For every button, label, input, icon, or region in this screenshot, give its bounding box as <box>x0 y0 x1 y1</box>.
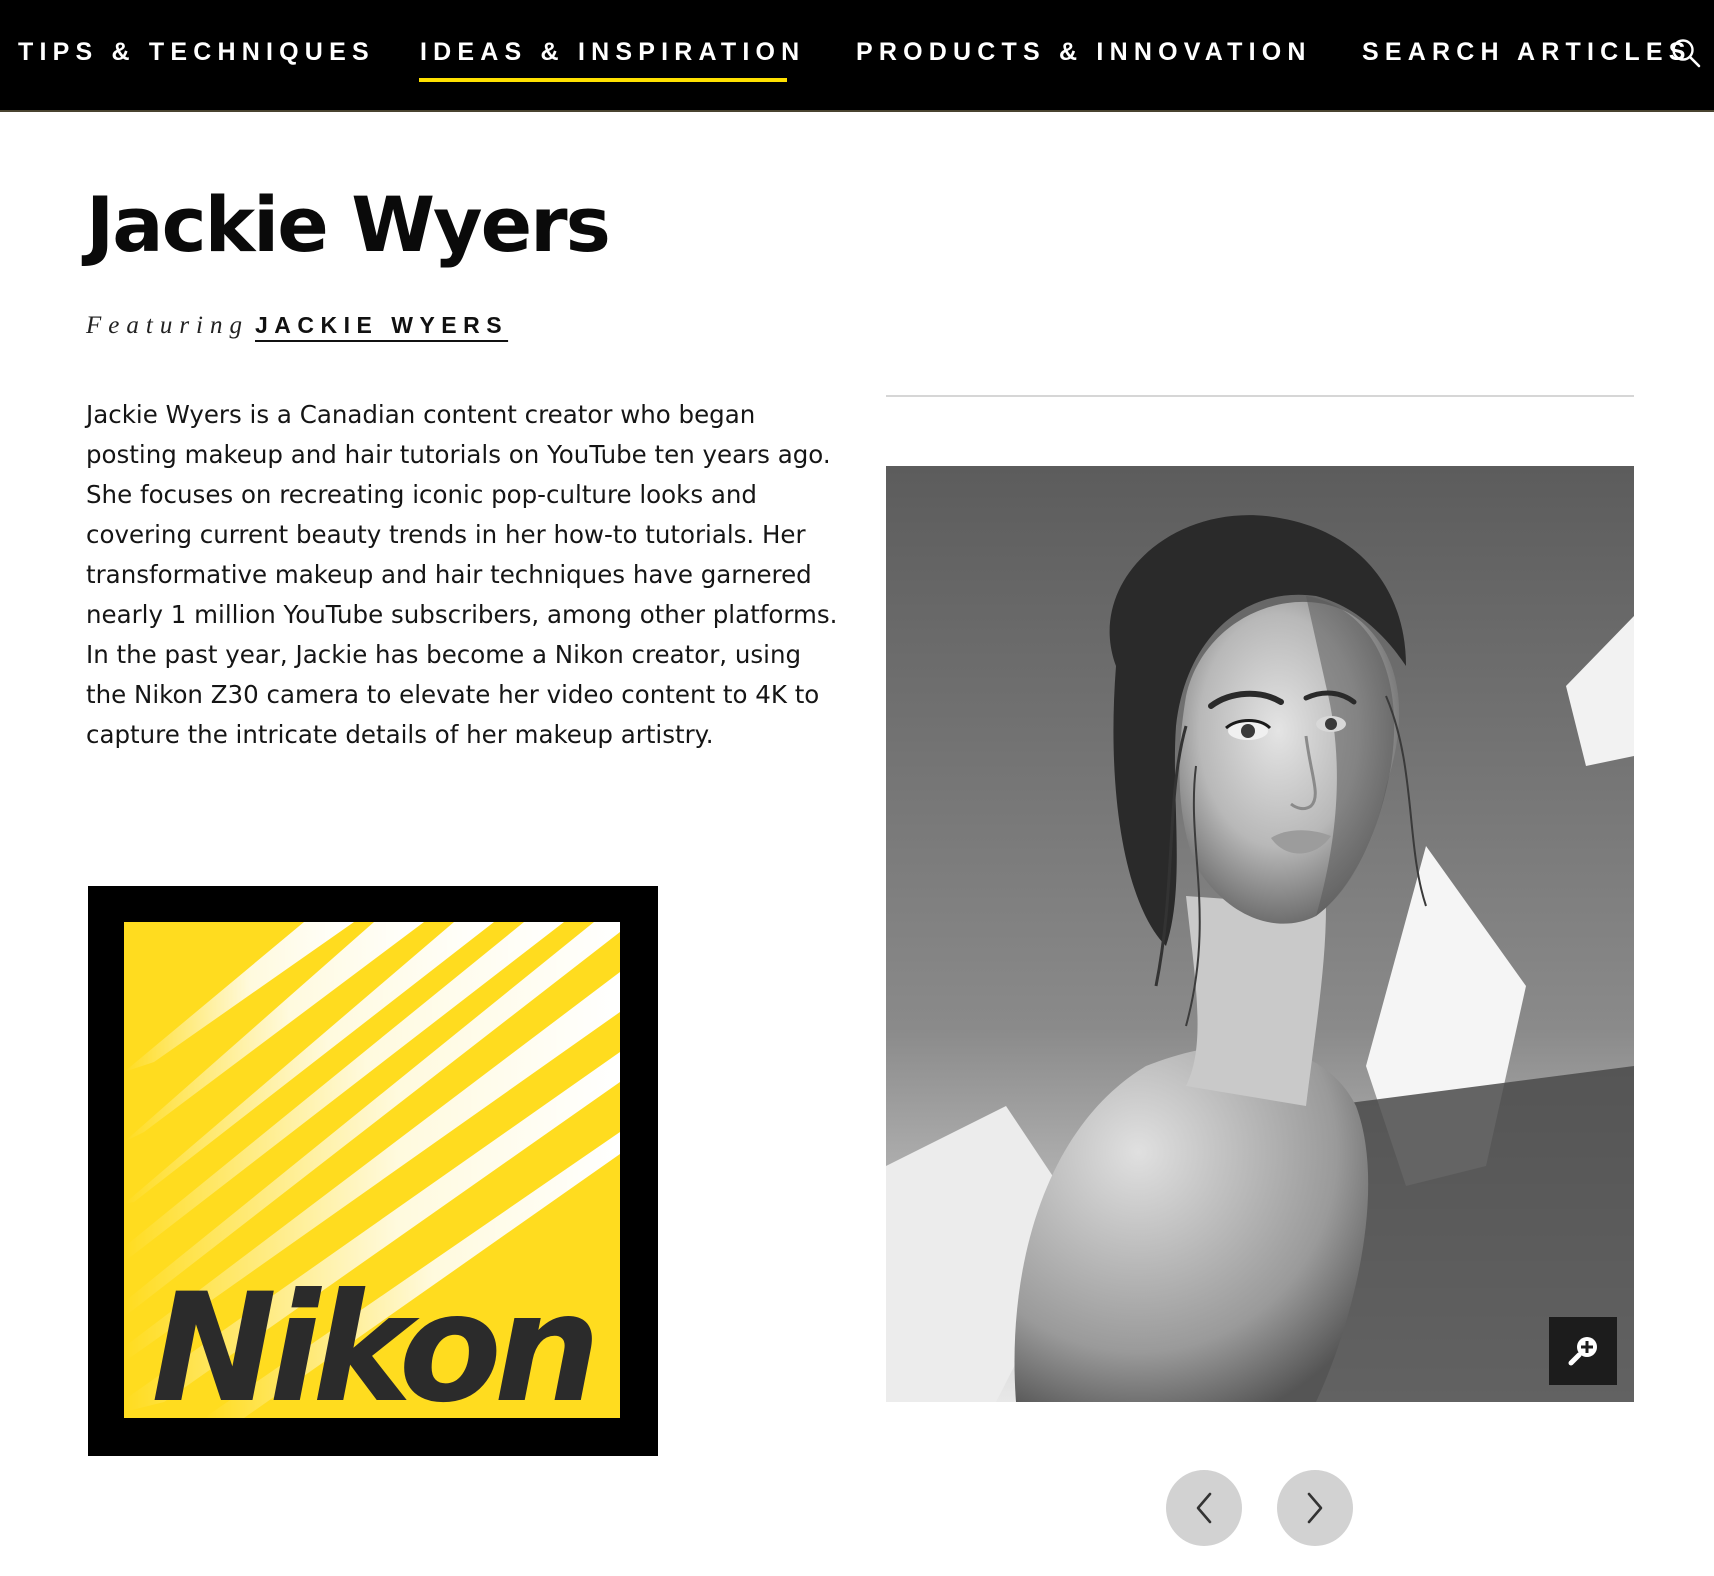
top-nav: TIPS & TECHNIQUES IDEAS & INSPIRATION PR… <box>0 0 1714 112</box>
nikon-logo-yellow-square: Nikon <box>124 922 620 1418</box>
gallery-prev-button[interactable] <box>1166 1470 1242 1546</box>
nikon-wordmark: Nikon <box>151 1262 592 1418</box>
portrait-photo <box>886 466 1634 1402</box>
gallery-divider <box>886 395 1634 397</box>
nikon-logo: Nikon <box>88 886 658 1456</box>
nav-active-indicator <box>419 78 787 82</box>
zoom-in-icon <box>1568 1337 1597 1366</box>
article-bio: Jackie Wyers is a Canadian content creat… <box>86 400 838 749</box>
chevron-left-icon <box>1196 1492 1212 1524</box>
byline-author-link[interactable]: JACKIE WYERS <box>255 312 508 338</box>
search-icon[interactable] <box>1671 38 1701 68</box>
zoom-button[interactable] <box>1549 1317 1617 1385</box>
nav-tips-techniques[interactable]: TIPS & TECHNIQUES <box>18 38 375 67</box>
gallery-next-button[interactable] <box>1277 1470 1353 1546</box>
nav-ideas-inspiration[interactable]: IDEAS & INSPIRATION <box>420 38 805 67</box>
page-title: Jackie Wyers <box>86 180 611 269</box>
nav-search-articles[interactable]: SEARCH ARTICLES <box>1362 38 1692 67</box>
nav-products-innovation[interactable]: PRODUCTS & INNOVATION <box>856 38 1312 67</box>
chevron-right-icon <box>1307 1492 1323 1524</box>
byline-prefix: Featuring <box>86 312 249 339</box>
portrait-photo-art <box>886 466 1634 1402</box>
nikon-logo-art: Nikon <box>124 922 620 1418</box>
byline: Featuring JACKIE WYERS <box>86 312 508 340</box>
